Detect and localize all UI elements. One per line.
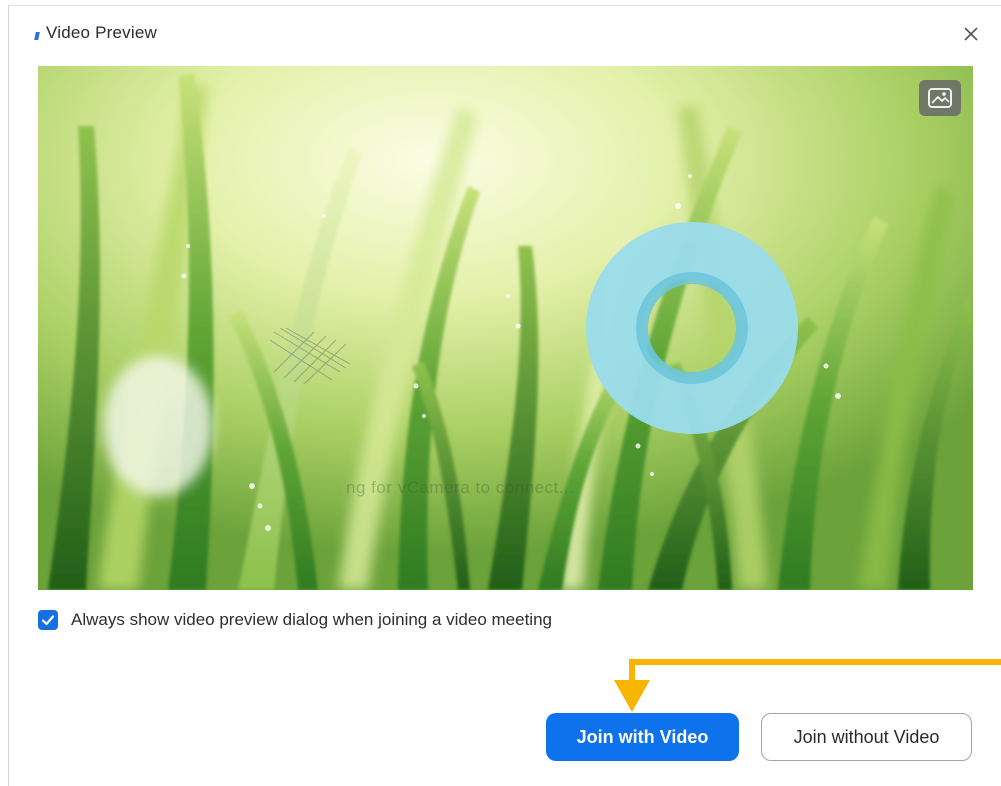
camera-feed-image [38,66,973,590]
loading-spinner-icon [586,222,798,434]
always-show-preview-option: Always show video preview dialog when jo… [38,609,552,631]
always-show-preview-checkbox[interactable] [38,610,58,630]
background-toggle-button[interactable] [919,80,961,116]
title-accent [34,32,40,40]
image-background-icon [928,88,952,108]
checkmark-icon [41,615,55,626]
close-button[interactable] [961,24,981,42]
video-preview-dialog: Video Preview ng for vCamera to connect.… [8,5,1001,786]
video-preview: ng for vCamera to connect... [38,66,973,590]
dialog-title: Video Preview [46,23,157,42]
join-with-video-button[interactable]: Join with Video [546,713,739,761]
close-icon [964,27,978,41]
always-show-preview-label: Always show video preview dialog when jo… [71,610,552,629]
preview-status-text: ng for vCamera to connect... [346,478,575,497]
noise-artifact [270,328,350,384]
join-without-video-button[interactable]: Join without Video [761,713,972,761]
dialog-title-bar: Video Preview [9,6,1001,42]
